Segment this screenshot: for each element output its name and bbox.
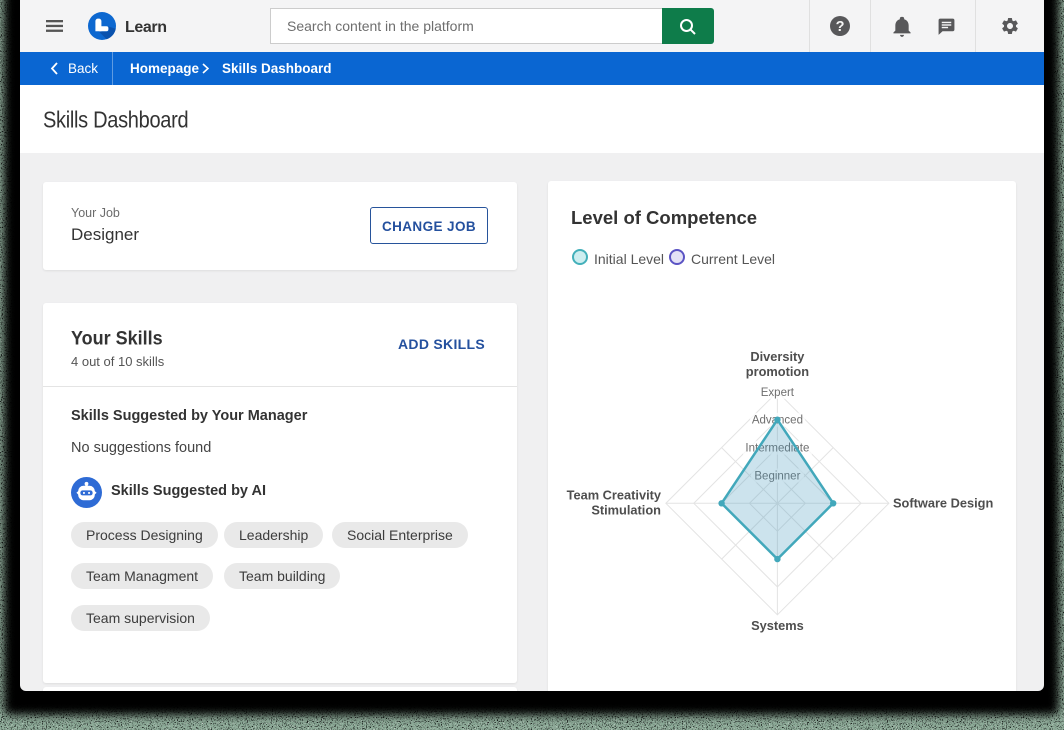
svg-text:Expert: Expert <box>761 387 795 399</box>
svg-text:Software Design: Software Design <box>893 496 993 511</box>
svg-text:Team Creativity: Team Creativity <box>567 488 662 503</box>
svg-text:promotion: promotion <box>746 364 809 379</box>
svg-text:Stimulation: Stimulation <box>591 503 661 518</box>
svg-text:?: ? <box>836 19 845 35</box>
svg-text:Systems: Systems <box>751 618 804 633</box>
svg-text:Diversity: Diversity <box>750 349 805 364</box>
